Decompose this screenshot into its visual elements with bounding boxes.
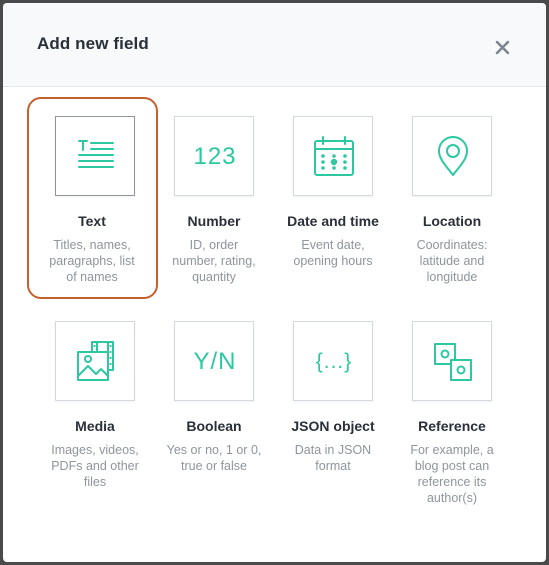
media-icon: [77, 341, 114, 381]
field-type-media[interactable]: Media Images, videos, PDFs and other fil…: [37, 302, 156, 502]
field-description: Coordinates: latitude and longitude: [416, 238, 488, 284]
dialog-header: Add new field: [3, 3, 546, 87]
location-tile: [412, 116, 492, 196]
field-type-boolean[interactable]: Y/N Boolean Yes or no, 1 or 0, true or f…: [156, 302, 275, 502]
json-tile: {...}: [293, 321, 373, 401]
field-description: Yes or no, 1 or 0, true or false: [166, 443, 262, 473]
media-tile: [55, 321, 135, 401]
field-type-reference[interactable]: Reference For example, a blog post can r…: [394, 302, 513, 505]
field-type-json[interactable]: {...} JSON object Data in JSON format: [275, 302, 394, 502]
number-tile: 123: [174, 116, 254, 196]
boolean-tile: Y/N: [174, 321, 254, 401]
reference-icon: [434, 343, 472, 381]
field-type-location[interactable]: Location Coordinates: latitude and longi…: [394, 97, 513, 297]
json-braces-icon: {...}: [315, 350, 353, 373]
field-description: ID, order number, rating, quantity: [172, 238, 256, 284]
text-icon: [78, 140, 114, 168]
text-tile: [55, 116, 135, 196]
date-tile: [293, 116, 373, 196]
field-type-text[interactable]: Text Titles, names, paragraphs, list of …: [27, 97, 158, 299]
field-label: Reference: [418, 418, 486, 434]
boolean-icon: Y/N: [193, 348, 237, 375]
close-icon: [495, 40, 510, 55]
close-button[interactable]: [493, 38, 513, 58]
field-label: Text: [78, 213, 106, 229]
reference-tile: [412, 321, 492, 401]
add-field-dialog: Add new field Text Titles, names, paragr…: [3, 3, 546, 562]
number-icon: 123: [193, 143, 237, 170]
dialog-title: Add new field: [37, 34, 149, 53]
calendar-icon: [314, 136, 354, 176]
field-description: Titles, names, paragraphs, list of names: [49, 238, 135, 284]
field-description: Data in JSON format: [294, 443, 372, 473]
field-type-date[interactable]: Date and time Event date, opening hours: [275, 97, 394, 297]
field-label: Location: [422, 213, 482, 229]
map-pin-icon: [438, 136, 468, 176]
field-description: For example, a blog post can reference i…: [410, 443, 494, 505]
field-description: Images, videos, PDFs and other files: [51, 443, 139, 489]
field-description: Event date, opening hours: [293, 238, 373, 268]
field-type-number[interactable]: 123 Number ID, order number, rating, qua…: [156, 97, 275, 297]
